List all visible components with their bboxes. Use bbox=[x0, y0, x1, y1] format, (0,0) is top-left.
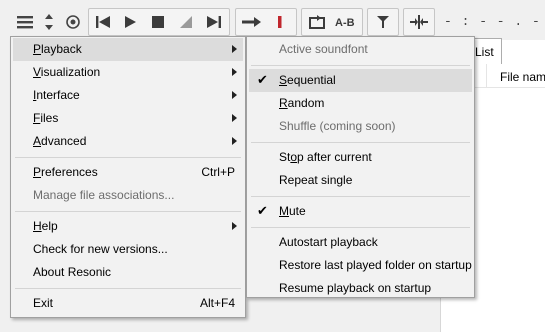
menu-item-visualization[interactable]: Visualization bbox=[13, 61, 243, 84]
menu-item-check[interactable]: Check for new versions... bbox=[13, 238, 243, 261]
menu-item-random[interactable]: Random bbox=[249, 92, 472, 115]
filter-icon[interactable] bbox=[371, 10, 395, 34]
submenu-arrow-icon bbox=[232, 137, 237, 145]
menu-item-soundfont: Active soundfont bbox=[249, 38, 472, 61]
menu-separator bbox=[251, 142, 470, 143]
checkmark-icon: ✔ bbox=[257, 203, 268, 218]
target-icon[interactable] bbox=[61, 10, 85, 34]
menu-item-exit[interactable]: Exit Alt+F4 bbox=[13, 292, 243, 315]
split-icon[interactable] bbox=[407, 10, 431, 34]
position-display: - : - - . - bbox=[444, 14, 541, 29]
ab-loop-icon[interactable]: A-B bbox=[333, 10, 359, 34]
shortcut-label: Alt+F4 bbox=[199, 296, 235, 310]
menu-item-label: Active soundfont bbox=[279, 42, 368, 56]
menu-item-restore[interactable]: Restore last played folder on startup bbox=[249, 254, 472, 277]
menu-item-sequential[interactable]: ✔ Sequential bbox=[249, 69, 472, 92]
menu-item-playback[interactable]: Playback bbox=[13, 38, 243, 61]
svg-text:A-B: A-B bbox=[335, 17, 355, 29]
menu-item-label: Restore last played folder on startup bbox=[279, 258, 472, 272]
menu-item-label: Help bbox=[33, 219, 58, 233]
menu-item-label: Autostart playback bbox=[279, 235, 378, 249]
submenu-arrow-icon bbox=[232, 114, 237, 122]
checkmark-icon: ✔ bbox=[257, 72, 268, 87]
submenu-arrow-icon bbox=[232, 68, 237, 76]
menu-item-label: Visualization bbox=[33, 65, 101, 79]
menu-item-label: Advanced bbox=[33, 134, 87, 148]
menu-item-shuffle: Shuffle (coming soon) bbox=[249, 115, 472, 138]
menu-item-label: Resume playback on startup bbox=[279, 281, 432, 295]
menu-item-label: Mute bbox=[279, 204, 306, 218]
menu-item-label: Sequential bbox=[279, 73, 336, 87]
menu-item-label: Shuffle (coming soon) bbox=[279, 119, 396, 133]
record-bar-icon[interactable] bbox=[268, 10, 292, 34]
menu-item-label: Exit bbox=[33, 296, 54, 310]
menu-item-label: Manage file associations... bbox=[33, 188, 175, 202]
play-icon[interactable] bbox=[118, 10, 142, 34]
menu-item-label: About Resonic bbox=[33, 265, 112, 279]
menu-item-label: Preferences bbox=[33, 165, 98, 179]
playback-submenu: Active soundfont ✔ Sequential Random Shuffle… bbox=[246, 36, 475, 298]
menu-item-label: Playback bbox=[33, 42, 82, 56]
arrow-right-icon[interactable] bbox=[240, 10, 264, 34]
menu-item-about[interactable]: About Resonic bbox=[13, 261, 243, 284]
menu-item-stop[interactable]: Stop after current bbox=[249, 146, 472, 169]
menu-item-label: Random bbox=[279, 96, 325, 110]
submenu-arrow-icon bbox=[232, 222, 237, 230]
sort-arrows-icon[interactable] bbox=[37, 10, 61, 34]
menu-separator bbox=[15, 288, 241, 289]
menu-separator bbox=[251, 227, 470, 228]
menu-item-mute[interactable]: ✔ Mute bbox=[249, 200, 472, 223]
menu-item-interface[interactable]: Interface bbox=[13, 84, 243, 107]
menu-item-label: Interface bbox=[33, 88, 80, 102]
stop-icon[interactable] bbox=[146, 10, 170, 34]
submenu-arrow-icon bbox=[232, 45, 237, 53]
menu-item-label: Check for new versions... bbox=[33, 242, 168, 256]
repeat-icon[interactable] bbox=[305, 10, 329, 34]
main-menu: Playback Visualization Interface Files Advan… bbox=[10, 36, 246, 318]
shortcut-label: Ctrl+P bbox=[201, 165, 235, 179]
menu-item-label: Repeat single bbox=[279, 173, 353, 187]
menu-item-advanced[interactable]: Advanced bbox=[13, 130, 243, 153]
hamburger-icon[interactable] bbox=[13, 10, 37, 34]
menu-item-files[interactable]: Files bbox=[13, 107, 243, 130]
menu-separator bbox=[251, 196, 470, 197]
left-strip bbox=[0, 40, 10, 332]
menu-item-label: Stop after current bbox=[279, 150, 372, 164]
column-header-file-name[interactable]: File name bbox=[486, 64, 545, 88]
menu-item-resume[interactable]: Resume playback on startup bbox=[249, 277, 472, 300]
menu-item-label: Files bbox=[33, 111, 59, 125]
menu-separator bbox=[15, 211, 241, 212]
menu-separator bbox=[251, 65, 470, 66]
menu-separator bbox=[15, 157, 241, 158]
next-icon[interactable] bbox=[202, 10, 226, 34]
slope-icon[interactable] bbox=[174, 10, 198, 34]
menu-item-help[interactable]: Help bbox=[13, 215, 243, 238]
menu-item-repeat[interactable]: Repeat single bbox=[249, 169, 472, 192]
menu-item-autostart[interactable]: Autostart playback bbox=[249, 231, 472, 254]
menu-item-preferences[interactable]: Preferences Ctrl+P bbox=[13, 161, 243, 184]
submenu-arrow-icon bbox=[232, 91, 237, 99]
menu-item-manage: Manage file associations... bbox=[13, 184, 243, 207]
previous-icon[interactable] bbox=[91, 10, 115, 34]
